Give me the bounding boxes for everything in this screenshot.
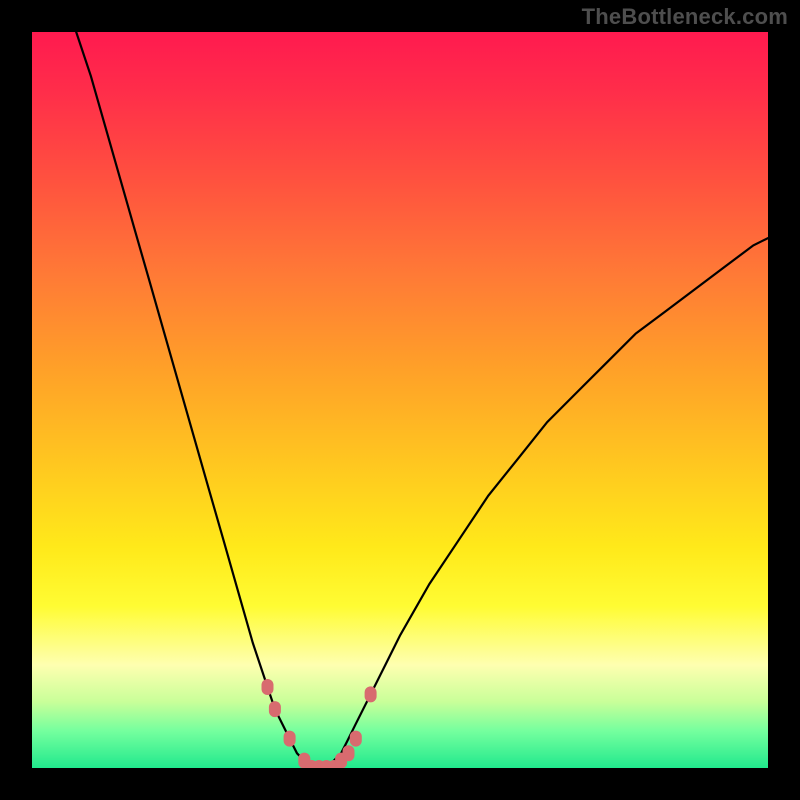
chart-frame: TheBottleneck.com <box>0 0 800 800</box>
curve-marker <box>343 745 355 761</box>
curve-layer <box>32 32 768 768</box>
curve-marker <box>350 731 362 747</box>
bottleneck-curve <box>76 32 768 768</box>
watermark-text: TheBottleneck.com <box>582 4 788 30</box>
curve-marker <box>365 686 377 702</box>
plot-area <box>32 32 768 768</box>
marker-group <box>262 679 377 768</box>
curve-marker <box>269 701 281 717</box>
curve-marker <box>284 731 296 747</box>
curve-marker <box>262 679 274 695</box>
